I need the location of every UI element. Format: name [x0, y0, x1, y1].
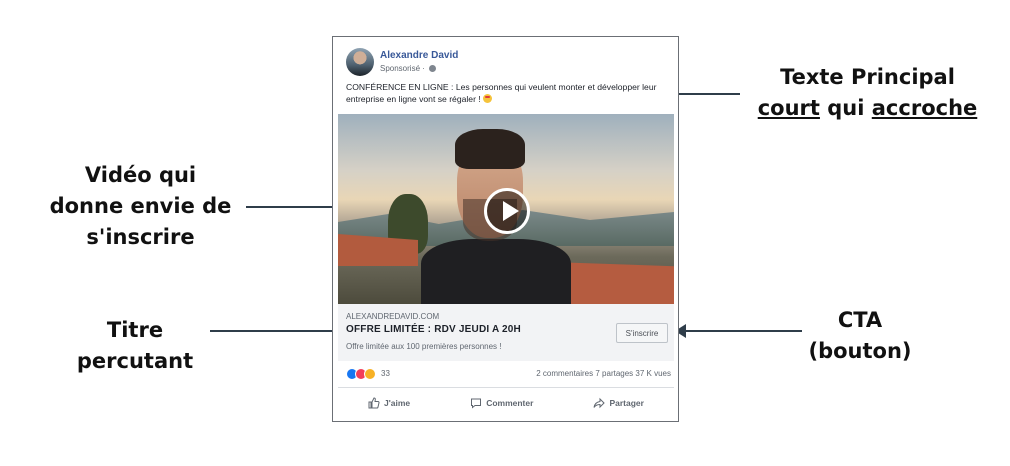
- facebook-ad-card: Alexandre David Sponsorisé · CONFÉRENCE …: [332, 36, 679, 422]
- sponsored-label: Sponsorisé ·: [380, 64, 437, 73]
- annotation-main-text: Texte Principal court qui accroche: [750, 62, 985, 124]
- avatar[interactable]: [346, 48, 374, 76]
- engagement-stats: 33 2 commentaires 7 partages 37 K vues: [346, 368, 671, 382]
- annotation-main-text-line2: court qui accroche: [750, 93, 985, 124]
- share-icon: [593, 397, 606, 409]
- annotation-word-qui: qui: [819, 96, 872, 120]
- arrow-cta: [675, 324, 802, 338]
- like-button[interactable]: J'aime: [368, 397, 410, 409]
- annotation-headline-line2: percutant: [76, 349, 194, 373]
- haha-reaction-icon: [364, 368, 376, 380]
- arrow-video: [246, 200, 355, 214]
- signup-button[interactable]: S'inscrire: [616, 323, 668, 343]
- comment-button[interactable]: Commenter: [470, 397, 533, 409]
- arrow-headline: [210, 324, 346, 338]
- comment-icon: [471, 398, 482, 409]
- like-label: J'aime: [384, 398, 411, 408]
- annotation-cta-line1: CTA: [837, 308, 883, 332]
- share-count[interactable]: 7 partages: [595, 369, 633, 378]
- reactions[interactable]: [346, 368, 376, 380]
- link-domain: ALEXANDREDAVID.COM: [346, 312, 440, 321]
- annotation-video-line1: Vidéo qui: [84, 163, 197, 187]
- reaction-count[interactable]: 33: [381, 369, 390, 378]
- annotation-video: Vidéo qui donne envie de s'inscrire: [38, 160, 243, 253]
- action-bar: J'aime Commenter Partager: [338, 392, 674, 414]
- link-headline[interactable]: OFFRE LIMITÉE : RDV JEUDI A 20H: [346, 324, 521, 335]
- annotation-cta: CTA (bouton): [790, 305, 930, 367]
- annotation-video-line3: s'inscrire: [86, 225, 195, 249]
- comment-count[interactable]: 2 commentaires: [536, 369, 593, 378]
- annotation-main-text-line1: Texte Principal: [780, 65, 955, 89]
- annotation-cta-line2: (bouton): [808, 339, 912, 363]
- annotation-video-line2: donne envie de: [49, 194, 232, 218]
- person-hair: [455, 129, 525, 169]
- annotation-headline: Titre percutant: [60, 315, 210, 377]
- comment-label: Commenter: [486, 398, 534, 408]
- thumbs-up-icon: [368, 397, 380, 409]
- divider: [338, 387, 674, 388]
- link-description: Offre limitée aux 100 premières personne…: [346, 342, 502, 351]
- engagement-counts: 2 commentaires 7 partages 37 K vues: [536, 369, 671, 378]
- annotation-headline-line1: Titre: [106, 318, 164, 342]
- post-text-content: CONFÉRENCE EN LIGNE : Les personnes qui …: [346, 82, 657, 104]
- share-button[interactable]: Partager: [593, 397, 644, 409]
- link-preview[interactable]: ALEXANDREDAVID.COM OFFRE LIMITÉE : RDV J…: [338, 304, 674, 361]
- play-icon[interactable]: [484, 188, 530, 234]
- share-label: Partager: [609, 398, 644, 408]
- sponsored-text: Sponsorisé ·: [380, 64, 425, 73]
- annotation-word-accroche: accroche: [871, 96, 978, 120]
- view-count: 37 K vues: [635, 369, 671, 378]
- post-text: CONFÉRENCE EN LIGNE : Les personnes qui …: [346, 82, 666, 105]
- video-player[interactable]: [338, 114, 674, 304]
- smiling-face-emoji: [483, 93, 493, 103]
- globe-icon: [429, 65, 437, 72]
- author-name[interactable]: Alexandre David: [380, 50, 458, 61]
- person-body: [421, 239, 571, 304]
- annotation-word-court: court: [757, 96, 820, 120]
